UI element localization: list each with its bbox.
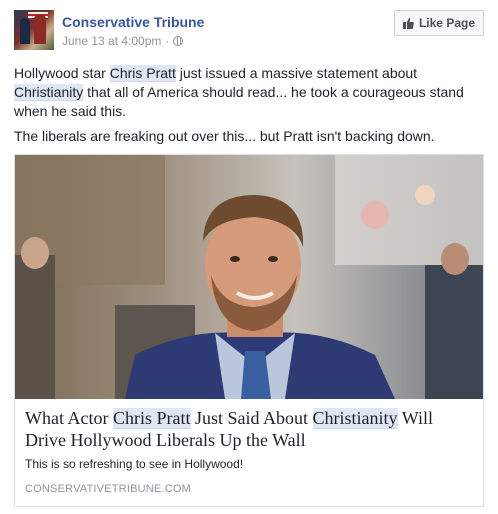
- post-text: Hollywood star Chris Pratt just issued a…: [14, 64, 484, 152]
- christianity-link[interactable]: Christianity: [14, 84, 84, 101]
- globe-icon: [173, 36, 184, 46]
- post-text-fragment: just issued a massive statement about: [175, 65, 418, 81]
- meta-separator: ·: [165, 34, 170, 48]
- card-title-fragment: Just Said About: [190, 408, 313, 428]
- like-page-label: Like Page: [418, 16, 475, 30]
- page-avatar[interactable]: [14, 10, 54, 50]
- card-title[interactable]: What Actor Chris Pratt Just Said About C…: [25, 407, 475, 451]
- article-photo[interactable]: [15, 155, 483, 399]
- card-title-fragment: What Actor: [25, 408, 113, 428]
- avatar-figure: [20, 18, 30, 44]
- avatar-figure: [34, 14, 46, 44]
- card-body: What Actor Chris Pratt Just Said About C…: [25, 407, 475, 495]
- post-paragraph: Hollywood star Chris Pratt just issued a…: [14, 64, 484, 121]
- post-meta: June 13 at 4:00pm ·: [62, 34, 184, 48]
- post-paragraph: The liberals are freaking out over this.…: [14, 128, 435, 144]
- post-timestamp[interactable]: June 13 at 4:00pm: [62, 34, 161, 48]
- like-page-button[interactable]: Like Page: [393, 10, 484, 36]
- card-domain: CONSERVATIVETRIBUNE.COM: [25, 483, 191, 495]
- card-description: This is so refreshing to see in Hollywoo…: [25, 457, 244, 471]
- chris-pratt-link[interactable]: Chris Pratt: [112, 408, 191, 429]
- christianity-link[interactable]: Christianity: [312, 408, 398, 429]
- chris-pratt-link[interactable]: Chris Pratt: [109, 65, 176, 82]
- facebook-post: Conservative Tribune June 13 at 4:00pm ·…: [0, 0, 498, 514]
- thumbs-up-icon: [402, 17, 414, 29]
- link-preview-card[interactable]: What Actor Chris Pratt Just Said About C…: [14, 154, 484, 507]
- post-text-fragment: Hollywood star: [14, 65, 110, 81]
- page-name-link[interactable]: Conservative Tribune: [62, 14, 204, 30]
- post-header: Conservative Tribune June 13 at 4:00pm ·…: [14, 10, 484, 50]
